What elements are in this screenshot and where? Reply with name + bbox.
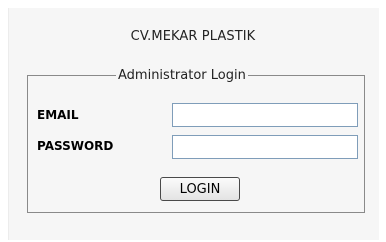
login-legend: Administrator Login xyxy=(118,68,246,83)
password-label: PASSWORD xyxy=(37,139,114,153)
password-field[interactable] xyxy=(172,135,358,159)
login-button[interactable]: LOGIN xyxy=(160,177,240,201)
email-label: EMAIL xyxy=(37,108,79,122)
company-title: CV.MEKAR PLASTIK xyxy=(130,29,256,44)
email-field[interactable] xyxy=(172,103,358,127)
